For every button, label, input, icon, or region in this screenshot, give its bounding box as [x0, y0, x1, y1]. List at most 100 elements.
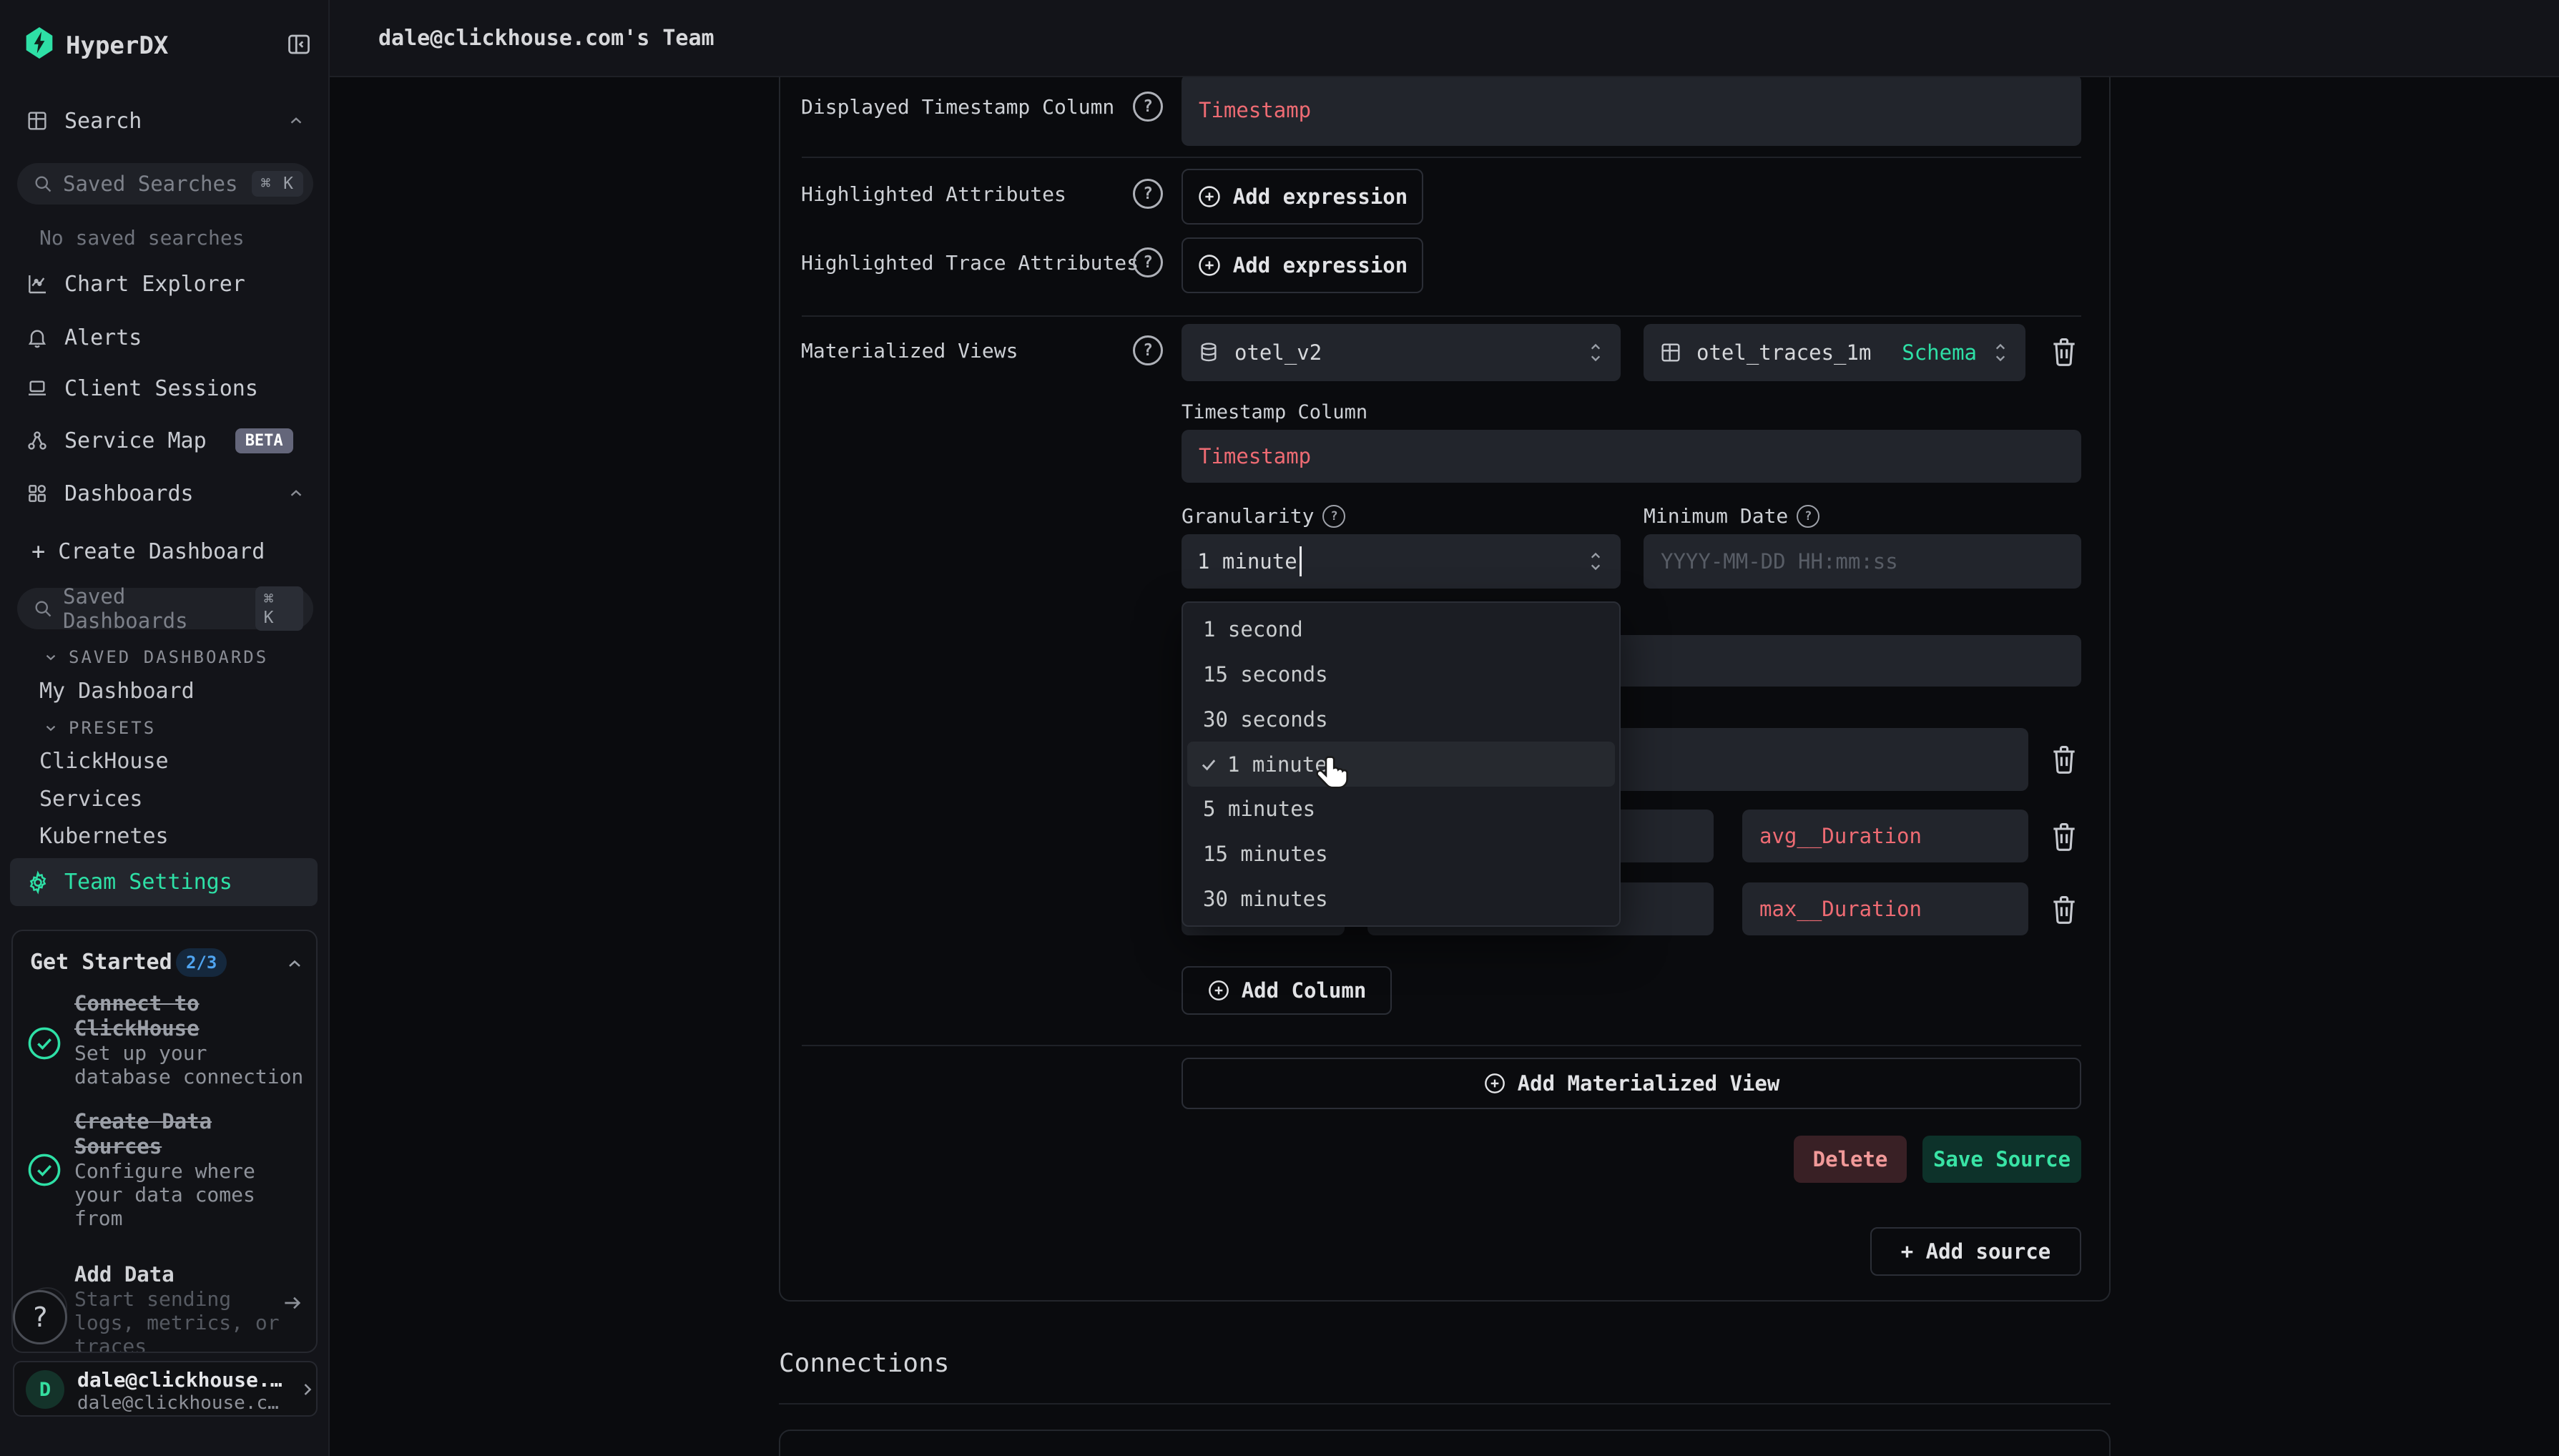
- column-expression-input[interactable]: max__Duration: [1742, 882, 2028, 935]
- granularity-dropdown: 1 second 15 seconds 30 seconds 1 minute …: [1182, 601, 1621, 927]
- dropdown-option[interactable]: 30 minutes: [1183, 876, 1619, 921]
- create-dashboard-button[interactable]: + Create Dashboard: [0, 534, 330, 569]
- chevron-up-icon: [287, 112, 305, 130]
- saved-dashboards-input[interactable]: Saved Dashboards ⌘ K: [17, 588, 313, 629]
- sidebar-item-clickhouse[interactable]: ClickHouse: [39, 749, 169, 774]
- arrow-right-icon[interactable]: [281, 1292, 304, 1314]
- column-expression-input[interactable]: avg__Duration: [1742, 810, 2028, 862]
- chevron-down-icon: [43, 720, 59, 736]
- help-icon[interactable]: ?: [1133, 247, 1163, 277]
- delete-source-button[interactable]: Delete: [1794, 1136, 1907, 1183]
- dropdown-option[interactable]: 5 minutes: [1183, 787, 1619, 832]
- help-button[interactable]: ?: [13, 1290, 67, 1344]
- minimum-date-label: Minimum Date ?: [1644, 503, 1819, 529]
- add-source-button[interactable]: + Add source: [1870, 1227, 2081, 1276]
- sidebar-item-search[interactable]: Search: [0, 104, 330, 138]
- minimum-date-placeholder: YYYY-MM-DD HH:mm:ss: [1661, 549, 1898, 574]
- gear-icon: [26, 870, 50, 895]
- mv-database-select[interactable]: otel_v2: [1182, 324, 1621, 381]
- sidebar-item-label: Dashboards: [64, 481, 194, 506]
- delete-mv-icon[interactable]: [2048, 335, 2080, 369]
- connections-card: [779, 1430, 2111, 1456]
- sidebar-item-my-dashboard[interactable]: My Dashboard: [39, 679, 195, 704]
- sidebar-item-label: Chart Explorer: [64, 272, 245, 297]
- help-icon[interactable]: ?: [1133, 92, 1163, 122]
- divider: [802, 1045, 2081, 1046]
- service-map-icon: [26, 429, 49, 452]
- kbd-shortcut: ⌘ K: [252, 171, 303, 197]
- sidebar-collapse-icon[interactable]: [286, 31, 312, 57]
- connections-heading: Connections: [779, 1349, 949, 1378]
- minimum-date-input[interactable]: YYYY-MM-DD HH:mm:ss: [1644, 534, 2081, 589]
- database-icon: [1197, 341, 1220, 364]
- plus-circle-icon: [1207, 979, 1230, 1002]
- table-icon: [1659, 341, 1682, 364]
- column-expression-value: max__Duration: [1759, 897, 1922, 921]
- dropdown-option[interactable]: 15 seconds: [1183, 652, 1619, 697]
- sidebar-item-alerts[interactable]: Alerts: [0, 320, 330, 355]
- saved-searches-input[interactable]: Saved Searches ⌘ K: [17, 163, 313, 205]
- get-started-title: Get Started: [30, 950, 172, 975]
- get-started-item-title: Create Data Sources: [74, 1109, 212, 1159]
- user-menu[interactable]: D dale@clickhouse.… dale@clickhouse.c…: [13, 1361, 318, 1417]
- dashboards-icon: [26, 482, 49, 505]
- schema-badge[interactable]: Schema: [1902, 340, 1977, 365]
- kbd-shortcut: ⌘ K: [255, 586, 303, 631]
- dropdown-option[interactable]: 30 seconds: [1183, 697, 1619, 742]
- delete-column-icon[interactable]: [2048, 742, 2080, 777]
- materialized-views-label: Materialized Views: [801, 338, 1018, 364]
- sidebar-item-kubernetes[interactable]: Kubernetes: [39, 824, 169, 849]
- create-dashboard-label: Create Dashboard: [58, 539, 265, 564]
- mv-database-value: otel_v2: [1234, 340, 1322, 365]
- laptop-icon: [26, 377, 49, 400]
- saved-dashboards-placeholder: Saved Dashboards: [63, 584, 245, 633]
- get-started-item-desc: Start sending logs, metrics, or traces: [74, 1287, 280, 1353]
- sidebar-item-client-sessions[interactable]: Client Sessions: [0, 371, 330, 405]
- get-started-item-title[interactable]: Add Data: [74, 1262, 175, 1287]
- mv-table-select[interactable]: otel_traces_1m Schema: [1644, 324, 2025, 381]
- displayed-timestamp-input[interactable]: Timestamp: [1182, 74, 2081, 146]
- displayed-timestamp-value: Timestamp: [1199, 98, 1311, 122]
- add-expression-button[interactable]: Add expression: [1182, 169, 1423, 225]
- dropdown-option[interactable]: 15 minutes: [1183, 832, 1619, 877]
- help-icon[interactable]: ?: [1797, 505, 1819, 528]
- chevron-up-icon[interactable]: [285, 954, 305, 974]
- check-circle-icon: [26, 1151, 63, 1189]
- sidebar-item-services[interactable]: Services: [39, 787, 143, 812]
- avatar: D: [26, 1370, 64, 1409]
- help-icon[interactable]: ?: [1133, 335, 1163, 365]
- get-started-item-desc: Configure where your data comes from: [74, 1159, 255, 1230]
- dropdown-option[interactable]: 1 second: [1183, 607, 1619, 652]
- timestamp-column-input[interactable]: Timestamp: [1182, 430, 2081, 483]
- sidebar-item-label: Service Map: [64, 428, 207, 453]
- add-column-button[interactable]: Add Column: [1182, 966, 1392, 1015]
- divider: [779, 1403, 2111, 1405]
- add-expression-button[interactable]: Add expression: [1182, 237, 1423, 293]
- delete-column-icon[interactable]: [2048, 820, 2080, 854]
- dropdown-option-selected[interactable]: 1 minute: [1187, 742, 1615, 787]
- help-icon[interactable]: ?: [1322, 505, 1345, 528]
- add-materialized-view-button[interactable]: Add Materialized View: [1182, 1058, 2081, 1109]
- granularity-select[interactable]: 1 minute: [1182, 534, 1621, 589]
- sidebar-item-team-settings[interactable]: Team Settings: [10, 858, 318, 906]
- divider: [802, 157, 2081, 158]
- plus-circle-icon: [1483, 1072, 1506, 1095]
- saved-dashboards-section-header[interactable]: SAVED DASHBOARDS: [43, 647, 268, 667]
- question-mark-icon: ?: [32, 1302, 49, 1333]
- sidebar-item-service-map[interactable]: Service Map BETA: [0, 423, 330, 458]
- sidebar-item-chart-explorer[interactable]: Chart Explorer: [0, 267, 330, 301]
- delete-column-icon[interactable]: [2048, 892, 2080, 927]
- help-icon[interactable]: ?: [1133, 179, 1163, 209]
- divider: [802, 315, 2081, 317]
- save-source-button[interactable]: Save Source: [1922, 1136, 2081, 1183]
- team-title: dale@clickhouse.com's Team: [378, 26, 714, 51]
- timestamp-column-value: Timestamp: [1199, 444, 1311, 468]
- get-started-item-desc: Set up your database connection: [74, 1041, 303, 1088]
- presets-section-header[interactable]: PRESETS: [43, 718, 156, 738]
- timestamp-column-label: Timestamp Column: [1182, 400, 1367, 426]
- plus-icon: +: [31, 538, 45, 565]
- brand-title: HyperDX: [66, 31, 168, 60]
- sidebar-item-dashboards[interactable]: Dashboards: [0, 476, 330, 511]
- get-started-panel: Get Started 2/3 Connect to ClickHouse Se…: [11, 930, 318, 1353]
- topbar: dale@clickhouse.com's Team: [330, 0, 2559, 77]
